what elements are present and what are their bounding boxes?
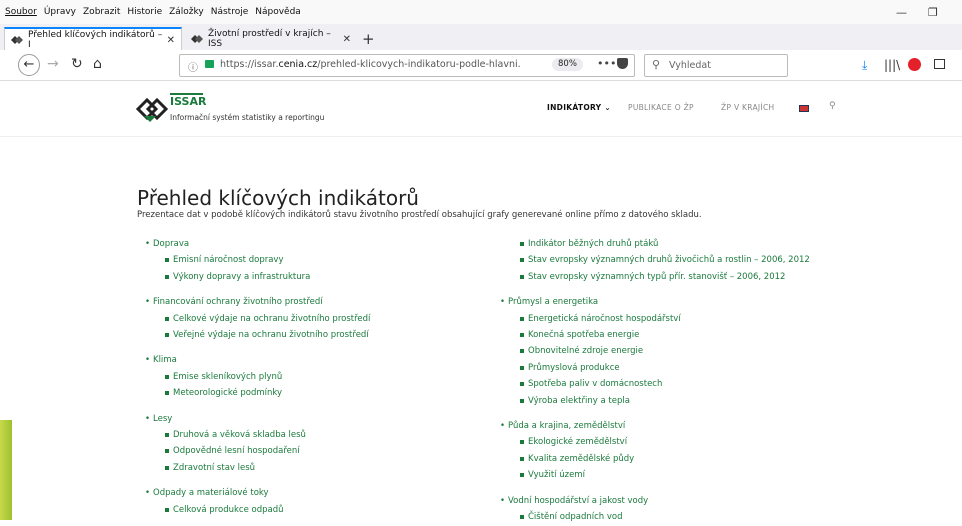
search-icon: ⚲ xyxy=(652,58,661,71)
page-title: Přehled klíčových indikátorů xyxy=(137,186,419,211)
indicator-list-right: Indikátor běžných druhů ptáků Stav evrop… xyxy=(500,236,810,526)
indicator-link[interactable]: Stav evropsky významných druhů živočichů… xyxy=(500,252,810,268)
decorative-green-bar xyxy=(0,420,12,520)
navigation-toolbar: ← → ↻ ⌂ ⓘ https://issar.cenia.cz/prehled… xyxy=(0,50,962,81)
uk-flag-icon[interactable] xyxy=(799,105,809,112)
indicator-link[interactable]: Využití území xyxy=(500,467,810,483)
new-tab-icon[interactable]: + xyxy=(362,30,375,48)
minimize-icon[interactable]: — xyxy=(896,6,907,19)
menu-view[interactable]: Zobrazit xyxy=(83,7,120,17)
tab-prehled[interactable]: Přehled klíčových indikátorů – I ✕ xyxy=(4,27,182,51)
site-search-icon[interactable]: ⚲ xyxy=(829,101,836,111)
zoom-level[interactable]: 80% xyxy=(552,58,583,71)
page-content: ISSAR Informační systém statistiky a rep… xyxy=(0,81,962,522)
indicator-link[interactable]: Výkony dopravy a infrastruktura xyxy=(145,269,370,285)
menu-bar: Soubor Úpravy Zobrazit Historie Záložky … xyxy=(0,0,962,24)
nav-publikace[interactable]: PUBLIKACE O ŽP xyxy=(628,103,694,112)
tab-label: Přehled klíčových indikátorů – I xyxy=(28,30,163,50)
indicator-link[interactable]: Konečná spotřeba energie xyxy=(500,327,810,343)
close-tab-icon[interactable]: ✕ xyxy=(343,34,351,45)
reload-icon[interactable]: ↻ xyxy=(71,56,83,72)
indicator-link[interactable]: Emise skleníkových plynů xyxy=(145,369,370,385)
indicator-link[interactable]: Čištění odpadních vod xyxy=(500,509,810,525)
indicator-list-left: Doprava Emisní náročnost dopravy Výkony … xyxy=(145,236,370,518)
tab-bar: Přehled klíčových indikátorů – I ✕ Život… xyxy=(0,24,962,51)
menu-help[interactable]: Nápověda xyxy=(255,7,301,17)
indicator-link[interactable]: Meteorologické podmínky xyxy=(145,385,370,401)
site-header: ISSAR Informační systém statistiky a rep… xyxy=(0,81,962,137)
indicator-link[interactable]: Odpovědné lesní hospodaření xyxy=(145,443,370,459)
url-bar[interactable]: ⓘ https://issar.cenia.cz/prehled-klicovy… xyxy=(179,54,635,77)
logo-subtitle: Informační systém statistiky a reporting… xyxy=(170,113,325,122)
indicator-link[interactable]: Celkové výdaje na ochranu životního pros… xyxy=(145,311,370,327)
category-odpady[interactable]: Odpady a materiálové toky xyxy=(145,485,370,502)
home-icon[interactable]: ⌂ xyxy=(93,56,102,72)
menu-tools[interactable]: Nástroje xyxy=(211,7,249,17)
tab-label: Životní prostředí v krajích – ISS xyxy=(208,29,331,49)
issar-favicon-icon xyxy=(11,36,23,44)
indicator-link[interactable]: Emisní náročnost dopravy xyxy=(145,252,370,268)
nav-indikatory[interactable]: INDIKÁTORY ⌄ xyxy=(547,103,611,112)
back-icon[interactable]: ← xyxy=(18,54,40,76)
restore-icon[interactable]: ❐ xyxy=(928,6,938,19)
intro-text: Prezentace dat v podobě klíčových indiká… xyxy=(137,210,702,220)
category-voda[interactable]: Vodní hospodářství a jakost vody xyxy=(500,493,810,510)
adblock-icon[interactable] xyxy=(908,58,921,71)
lock-icon xyxy=(205,60,214,68)
library-icon[interactable]: |||\ xyxy=(884,58,900,72)
category-prumysl[interactable]: Průmysl a energetika xyxy=(500,294,810,311)
nav-zp-v-krajich[interactable]: ŽP V KRAJÍCH xyxy=(721,103,774,112)
logo-name[interactable]: ISSAR xyxy=(170,95,206,108)
category-puda[interactable]: Půda a krajina, zemědělství xyxy=(500,418,810,435)
category-financovani[interactable]: Financování ochrany životního prostředí xyxy=(145,294,370,311)
indicator-link[interactable]: Ekologické zemědělství xyxy=(500,434,810,450)
forward-icon[interactable]: → xyxy=(47,56,59,72)
indicator-link[interactable]: Spotřeba paliv v domácnostech xyxy=(500,376,810,392)
page-actions-icon[interactable]: ••• xyxy=(597,57,616,70)
menu-history[interactable]: Historie xyxy=(127,7,162,17)
issar-favicon-icon xyxy=(191,35,203,43)
indicator-link[interactable]: Zdravotní stav lesů xyxy=(145,460,370,476)
indicator-link[interactable]: Energetická náročnost hospodářství xyxy=(500,311,810,327)
pocket-icon[interactable] xyxy=(617,58,628,69)
indicator-link[interactable]: Kvalita zemědělské půdy xyxy=(500,451,810,467)
menu-edit[interactable]: Úpravy xyxy=(44,7,76,17)
issar-logo-icon[interactable] xyxy=(136,94,170,124)
tab-zivotni-prostredi[interactable]: Životní prostředí v krajích – ISS ✕ xyxy=(185,28,357,50)
indicator-link[interactable]: Výroba elektřiny a tepla xyxy=(500,393,810,409)
category-klima[interactable]: Klima xyxy=(145,352,370,369)
category-lesy[interactable]: Lesy xyxy=(145,411,370,428)
info-icon[interactable]: ⓘ xyxy=(188,59,198,74)
menu-bookmarks[interactable]: Záložky xyxy=(169,7,204,17)
indicator-link[interactable]: Obnovitelné zdroje energie xyxy=(500,343,810,359)
search-input[interactable]: ⚲ Vyhledat xyxy=(644,54,788,77)
close-tab-icon[interactable]: ✕ xyxy=(167,35,175,46)
indicator-link[interactable]: Stav evropsky významných typů přír. stan… xyxy=(500,269,810,285)
url-text: https://issar.cenia.cz/prehled-klicovych… xyxy=(220,59,520,70)
indicator-link[interactable]: Celková produkce odpadů xyxy=(145,502,370,518)
indicator-link[interactable]: Průmyslová produkce xyxy=(500,360,810,376)
category-doprava[interactable]: Doprava xyxy=(145,236,370,253)
indicator-link[interactable]: Veřejné výdaje na ochranu životního pros… xyxy=(145,327,370,343)
download-icon[interactable]: ⤓ xyxy=(862,58,867,73)
menu-file[interactable]: Soubor xyxy=(5,7,37,17)
indicator-link[interactable]: Indikátor běžných druhů ptáků xyxy=(500,236,810,252)
sidebar-icon[interactable] xyxy=(934,59,945,69)
indicator-link[interactable]: Druhová a věková skladba lesů xyxy=(145,427,370,443)
